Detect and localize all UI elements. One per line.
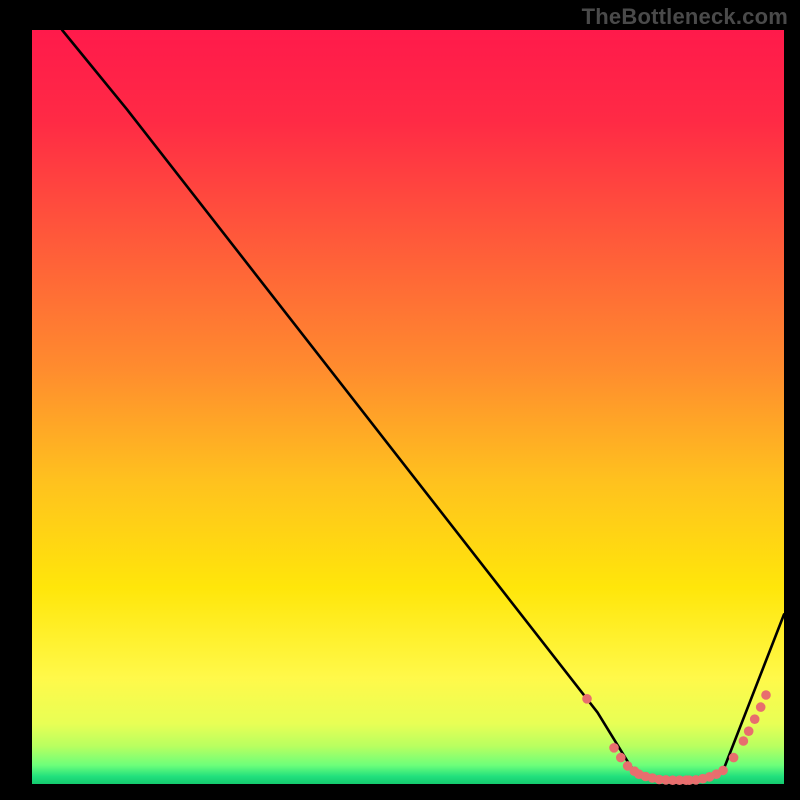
marker-point: [761, 690, 771, 700]
plot-background: [32, 30, 784, 784]
marker-point: [750, 714, 760, 724]
marker-point: [744, 726, 754, 736]
marker-point: [729, 753, 739, 763]
marker-point: [616, 753, 626, 763]
chart-stage: TheBottleneck.com: [0, 0, 800, 800]
watermark-label: TheBottleneck.com: [582, 4, 788, 30]
marker-point: [739, 736, 749, 746]
marker-point: [756, 702, 766, 712]
chart-svg: [0, 0, 800, 800]
marker-point: [582, 694, 592, 704]
marker-point: [718, 766, 728, 776]
marker-point: [609, 743, 619, 753]
